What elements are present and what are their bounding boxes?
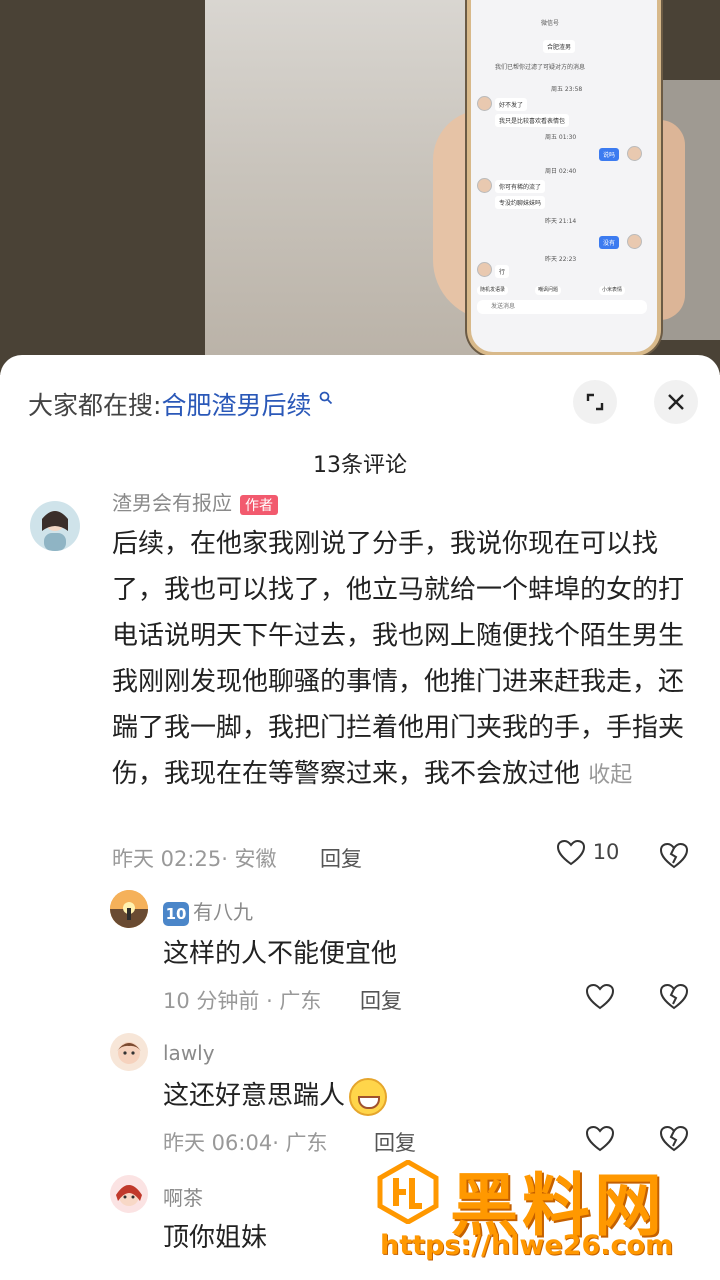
heart-icon <box>585 983 615 1010</box>
reply-button[interactable]: 回复 <box>320 843 362 873</box>
comments-sheet: 大家都在搜:合肥渣男后续 13条评论 渣男会有报应 作者 后续，在他家我刚说了分手… <box>0 355 720 1280</box>
reply-text: 这样的人不能便宜他 <box>163 939 398 969</box>
phone-chat-bubble: 我只是比较喜欢看表情包 <box>495 114 570 127</box>
phone-chat-time: 周日 02:40 <box>545 168 577 175</box>
collapse-link[interactable]: 收起 <box>588 763 632 788</box>
phone-chat-bubble-self: 没有 <box>599 236 620 249</box>
broken-heart-icon <box>659 983 689 1010</box>
search-keyword-link[interactable]: 合肥渣男后续 <box>161 391 311 420</box>
phone-chat-quick-chip: 随机发语录 <box>477 286 509 295</box>
watermark-logo-icon <box>376 1159 440 1225</box>
reply-meta: 昨天 06:04· 广东 <box>163 1131 328 1155</box>
phone-screenshot: 微信号 合肥渣男 我们已帮你过滤了可疑对方的消息 周五 23:58 好不发了 我… <box>467 0 661 356</box>
broken-heart-icon <box>659 1125 689 1152</box>
reply-text: 这还好意思踹人 <box>163 1073 388 1119</box>
comment-count: 13条评论 <box>313 453 407 478</box>
reply-author[interactable]: 啊茶 <box>163 1182 203 1211</box>
phone-chat-bubble-self: 说吗 <box>599 148 620 161</box>
reply-text: 顶你姐妹 <box>163 1223 268 1253</box>
comment-author[interactable]: 渣男会有报应 作者 <box>112 487 278 516</box>
phone-chat-notice: 我们已帮你过滤了可疑对方的消息 <box>495 64 586 71</box>
video-frame: 微信号 合肥渣男 我们已帮你过滤了可疑对方的消息 周五 23:58 好不发了 我… <box>205 0 720 375</box>
comment-body: 后续，在他家我刚说了分手，我说你现在可以找了，我也可以找了，他立马就给一个蚌埠的… <box>112 529 685 789</box>
close-button[interactable] <box>654 380 698 424</box>
phone-chat-quick-chip: 小米表情 <box>599 286 626 295</box>
phone-chat-avatar-self <box>627 234 642 249</box>
phone-chat-title: 微信号 <box>541 20 560 27</box>
search-suggestion[interactable]: 大家都在搜:合肥渣男后续 <box>28 386 333 422</box>
phone-chat-quick-chip: 嘲讽问题 <box>535 286 562 295</box>
like-button[interactable] <box>585 1125 615 1153</box>
heart-icon <box>585 1125 615 1152</box>
phone-chat-time: 周五 23:58 <box>551 86 583 93</box>
phone-chat-input: 发送消息 <box>477 300 647 314</box>
avatar[interactable] <box>110 1033 148 1071</box>
watermark: 黑料网 https://hlwe26.com <box>376 1150 720 1280</box>
phone-chat-chip: 合肥渣男 <box>543 40 576 53</box>
author-tag: 作者 <box>240 494 278 515</box>
reply-meta: 10 分钟前 · 广东 <box>163 989 322 1013</box>
reply-button[interactable]: 回复 <box>360 985 402 1015</box>
dislike-button[interactable] <box>659 983 689 1011</box>
reply-author[interactable]: lawly <box>163 1041 215 1065</box>
search-icon <box>313 390 332 409</box>
level-badge: 10 <box>163 901 189 926</box>
phone-chat-time: 周五 01:30 <box>545 134 577 141</box>
phone-chat-bubble: 专没约聊妹妹吗 <box>495 196 546 209</box>
reply-body: 这还好意思踹人 <box>163 1081 346 1111</box>
grin-sweat-emoji-icon <box>349 1077 388 1116</box>
phone-chat-avatar <box>477 178 492 193</box>
author-name: 渣男会有报应 <box>112 491 232 515</box>
like-count: 10 <box>592 840 620 864</box>
search-prefix: 大家都在搜: <box>28 391 162 420</box>
phone-chat-avatar-self <box>627 146 642 161</box>
phone-chat-time: 昨天 22:23 <box>545 256 577 263</box>
comment-text: 后续，在他家我刚说了分手，我说你现在可以找了，我也可以找了，他立马就给一个蚌埠的… <box>112 521 687 799</box>
avatar[interactable] <box>110 1175 148 1213</box>
avatar[interactable] <box>30 501 80 551</box>
expand-button[interactable] <box>573 380 617 424</box>
like-button[interactable] <box>585 983 615 1011</box>
phone-chat-avatar <box>477 96 492 111</box>
dislike-button[interactable] <box>659 842 689 870</box>
author-name: 有八九 <box>193 900 253 924</box>
avatar[interactable] <box>110 890 148 928</box>
phone-chat-bubble: 好不发了 <box>495 98 528 111</box>
heart-icon <box>556 839 586 866</box>
comment-meta: 昨天 02:25· 安徽 <box>112 847 277 871</box>
phone-chat-time: 昨天 21:14 <box>545 218 577 225</box>
phone-chat-bubble: 行 <box>495 265 510 278</box>
dislike-button[interactable] <box>659 1125 689 1153</box>
reply-author[interactable]: 10 有八九 <box>163 896 253 926</box>
like-button[interactable]: 10 <box>556 839 619 867</box>
broken-heart-icon <box>659 842 689 869</box>
watermark-url: https://hlwe26.com <box>380 1230 674 1261</box>
phone-chat-avatar <box>477 262 492 277</box>
phone-chat-bubble: 你可有稀的流了 <box>495 180 546 193</box>
video-player[interactable]: 微信号 合肥渣男 我们已帮你过滤了可疑对方的消息 周五 23:58 好不发了 我… <box>0 0 720 375</box>
